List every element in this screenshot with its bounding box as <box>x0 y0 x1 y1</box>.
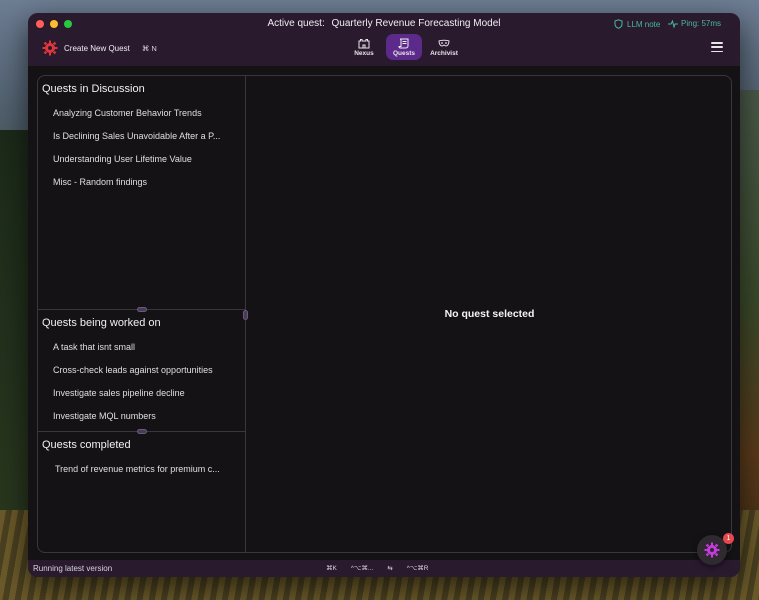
shortcut-hint[interactable]: ^⌥⌘R <box>407 564 429 572</box>
pulse-icon <box>668 19 678 28</box>
nav-nexus[interactable]: Nexus <box>346 34 382 60</box>
quest-list-item[interactable]: Investigate sales pipeline decline <box>53 388 213 411</box>
section-title: Quests being worked on <box>42 317 161 329</box>
ping-indicator: Ping: 57ms <box>668 19 721 28</box>
create-new-quest-label: Create New Quest <box>64 43 130 53</box>
resize-handle[interactable] <box>137 307 147 312</box>
quest-list-item[interactable]: Is Declining Sales Unavoidable After a P… <box>53 131 220 154</box>
gear-icon <box>704 542 720 558</box>
nav-quests[interactable]: Quests <box>386 34 422 60</box>
active-quest-name: Quarterly Revenue Forecasting Model <box>331 18 501 29</box>
scroll-icon <box>398 38 409 48</box>
quest-list-item[interactable]: A task that isnt small <box>53 342 213 365</box>
shortcut-hints: ⌘K ^⌥⌘... ⇆ ^⌥⌘R <box>326 564 429 572</box>
nav-nexus-label: Nexus <box>354 49 374 57</box>
quest-list-item[interactable]: Investigate MQL numbers <box>53 411 213 434</box>
version-status: Running latest version <box>33 564 113 573</box>
section-title: Quests completed <box>42 439 131 451</box>
quest-list: Trend of revenue metrics for premium c..… <box>55 464 220 487</box>
quest-list-item[interactable]: Analyzing Customer Behavior Trends <box>53 108 220 131</box>
mask-icon <box>438 39 450 47</box>
resize-handle[interactable] <box>137 429 147 434</box>
empty-state-message: No quest selected <box>444 308 535 320</box>
title-bar: Active quest: Quarterly Revenue Forecast… <box>28 13 740 66</box>
quest-list: Analyzing Customer Behavior Trends Is De… <box>53 108 220 200</box>
shortcut-hint[interactable]: ⌘K <box>326 564 337 572</box>
gear-icon <box>42 40 58 56</box>
quest-list-item[interactable]: Misc - Random findings <box>53 177 220 200</box>
llm-note-label: LLM note <box>627 19 661 29</box>
ping-label: Ping: 57ms <box>681 19 722 28</box>
castle-icon <box>358 38 370 48</box>
shortcut-hint[interactable]: ⇆ <box>387 564 392 572</box>
quest-list-item[interactable]: Cross-check leads against opportunities <box>53 365 213 388</box>
create-quest-shortcut: ⌘ N <box>141 43 157 53</box>
quest-list: A task that isnt small Cross-check leads… <box>53 342 213 434</box>
status-bar: Running latest version ⌘K ^⌥⌘... ⇆ ^⌥⌘R <box>28 560 740 577</box>
quests-completed-section: Quests completed Trend of revenue metric… <box>38 432 246 552</box>
main-navigation: Nexus Quests Archivist <box>346 34 462 60</box>
shortcut-hint[interactable]: ^⌥⌘... <box>351 564 373 572</box>
quest-list-item[interactable]: Understanding User Lifetime Value <box>53 154 220 177</box>
quests-in-progress-section: Quests being worked on A task that isnt … <box>38 310 246 432</box>
nav-archivist[interactable]: Archivist <box>426 34 462 60</box>
quest-sidebar: Quests in Discussion Analyzing Customer … <box>38 76 248 552</box>
section-title: Quests in Discussion <box>42 83 145 95</box>
nav-archivist-label: Archivist <box>430 49 458 57</box>
notification-badge: 1 <box>723 533 734 544</box>
nav-quests-label: Quests <box>392 49 416 57</box>
app-window: Active quest: Quarterly Revenue Forecast… <box>28 13 740 577</box>
llm-note-indicator[interactable]: LLM note <box>614 19 660 29</box>
quests-in-discussion-section: Quests in Discussion Analyzing Customer … <box>38 76 246 310</box>
hamburger-menu-icon[interactable] <box>711 42 723 52</box>
create-new-quest-button[interactable]: Create New Quest ⌘ N <box>42 40 157 56</box>
shield-icon <box>614 19 623 29</box>
quest-list-item[interactable]: Trend of revenue metrics for premium c..… <box>55 464 220 487</box>
active-quest-prefix: Active quest: <box>267 18 325 29</box>
content-panel: Quests in Discussion Analyzing Customer … <box>37 75 732 553</box>
